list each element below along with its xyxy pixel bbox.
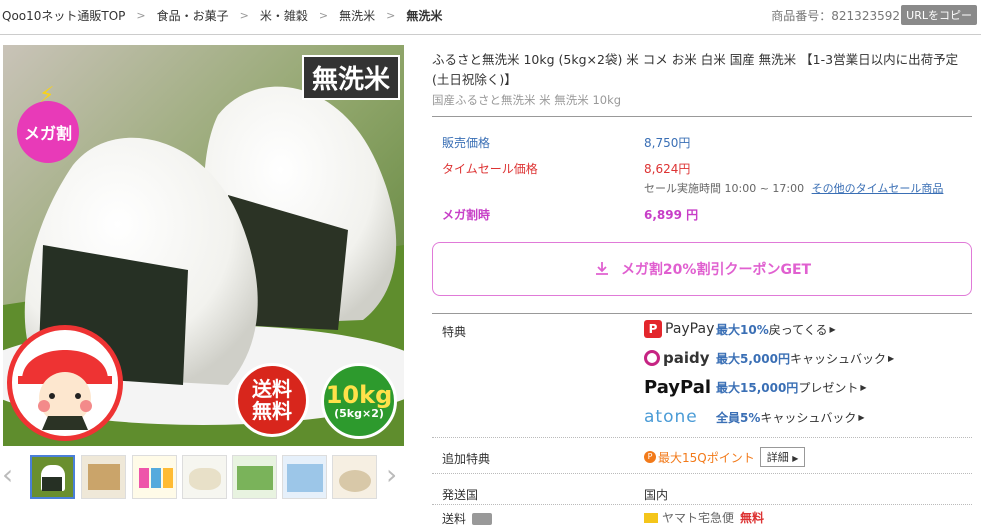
product-title: ふるさと無洗米 10kg (5kg×2袋) 米 コメ お米 白米 国産 無洗米 … <box>432 52 959 87</box>
ship-country-value: 国内 <box>644 488 669 502</box>
product-main-image[interactable]: 無洗米 ⚡ メガ割 送料無料 10kg (5kg×2) <box>3 45 404 446</box>
benefits-divider <box>432 313 972 314</box>
ship-country-label: 発送国 <box>442 488 479 502</box>
timesale-period: セール実施時間 10:00 ~ 17:00 その他のタイムセール商品 <box>644 180 943 196</box>
breadcrumb-item-rice[interactable]: 米・雑穀 <box>260 7 308 24</box>
caret-right-icon: ▶ <box>858 412 865 422</box>
ship-country-divider <box>432 473 972 474</box>
mega-coupon-label: メガ割20%割引クーポンGET <box>620 262 812 278</box>
product-info: ふるさと無洗米 10kg (5kg×2袋) 米 コメ お米 白米 国産 無洗米 … <box>432 50 972 108</box>
breadcrumb-separator: > <box>386 9 396 22</box>
caret-right-icon: ▶ <box>792 454 799 463</box>
benefit-paypay-text: 戻ってくる <box>768 322 828 337</box>
benefit-paypal-highlight: 最大15,000円 <box>716 381 799 395</box>
mega-sale-badge: ⚡ メガ割 <box>17 83 79 163</box>
benefit-atone-highlight: 全員5% <box>716 410 761 425</box>
caret-right-icon: ▶ <box>887 353 895 363</box>
regular-price-value: 8,750円 <box>644 136 691 150</box>
shipping-divider <box>432 504 972 505</box>
timesale-price-label: タイムセール価格 <box>442 162 538 176</box>
thumbnail-2[interactable] <box>81 455 126 499</box>
atone-logo-icon: atone <box>644 407 698 427</box>
extra-divider <box>432 437 972 438</box>
musenmai-badge: 無洗米 <box>301 55 400 100</box>
chevron-left-icon[interactable]: ‹ <box>2 461 13 489</box>
header-divider <box>0 34 981 35</box>
shipping-info-icon[interactable] <box>472 512 493 525</box>
benefit-paypal-text: プレゼント <box>798 381 859 395</box>
timesale-period-text: セール実施時間 10:00 ~ 17:00 <box>644 182 805 195</box>
paypal-logo-icon: PayPal <box>644 377 712 398</box>
download-icon <box>595 262 608 275</box>
q-point-text: 最大15Qポイント <box>658 450 755 465</box>
breadcrumb: Qoo10ネット通販TOP > 食品・お菓子 > 米・雑穀 > 無洗米 > 無洗… <box>2 7 442 24</box>
thumbnail-1[interactable] <box>30 455 75 499</box>
benefit-paidy-text: キャッシュバック <box>789 351 886 366</box>
thumbnail-4[interactable] <box>182 455 227 499</box>
detail-button[interactable]: 詳細 ▶ <box>759 447 806 467</box>
benefit-paypay[interactable]: P PayPay 最大10% 戻ってくる ▶ <box>644 320 836 338</box>
benefit-atone[interactable]: atone 全員5% キャッシュバック ▶ <box>644 407 865 427</box>
timesale-price-value: 8,624円 <box>644 162 691 176</box>
breadcrumb-item-musenmai[interactable]: 無洗米 <box>339 7 375 24</box>
breadcrumb-current: 無洗米 <box>406 9 443 23</box>
benefit-paidy[interactable]: paidy 最大5,000円 キャッシュバック ▶ <box>644 349 894 367</box>
weight-badge-sub: (5kg×2) <box>334 406 384 420</box>
thumbnail-5[interactable] <box>232 455 277 499</box>
breadcrumb-item-food[interactable]: 食品・お菓子 <box>157 7 229 24</box>
mega-coupon-button[interactable]: メガ割20%割引クーポンGET <box>432 242 972 296</box>
benefit-atone-text: キャッシュバック <box>760 410 857 425</box>
caret-right-icon: ▶ <box>860 383 867 392</box>
free-shipping-badge: 送料無料 <box>235 363 309 437</box>
breadcrumb-separator: > <box>136 9 146 22</box>
caret-right-icon: ▶ <box>829 324 836 334</box>
thumbnail-7[interactable] <box>332 455 377 499</box>
shipping-carrier: ヤマト宅急便 <box>662 511 735 525</box>
weight-badge: 10kg (5kg×2) <box>321 363 397 439</box>
lightning-icon: ⚡ <box>39 83 55 108</box>
chevron-right-icon[interactable]: › <box>386 461 397 489</box>
shipping-fee: 無料 <box>740 511 765 525</box>
mega-sale-badge-label: メガ割 <box>23 124 72 143</box>
benefits-label: 特典 <box>442 325 467 339</box>
mascot-character <box>7 325 123 441</box>
shipping-label: 送料 <box>442 510 493 527</box>
other-timesale-link[interactable]: その他のタイムセール商品 <box>812 182 944 195</box>
weight-badge-main: 10kg <box>325 380 393 409</box>
thumbnail-3[interactable] <box>132 455 177 499</box>
copy-url-button[interactable]: URLをコピー <box>901 5 977 25</box>
breadcrumb-separator: > <box>318 9 329 22</box>
info-divider <box>432 116 972 117</box>
mega-price-label: メガ割時 <box>442 208 491 222</box>
product-subtitle: 国産ふるさと無洗米 米 無洗米 10kg <box>432 93 622 107</box>
mega-price-value: 6,899 円 <box>644 208 699 222</box>
thumbnail-6[interactable] <box>282 455 327 499</box>
benefit-paypay-highlight: 最大10% <box>716 322 769 337</box>
extra-benefit: P 最大15Qポイント 詳細 ▶ <box>644 447 806 467</box>
breadcrumb-item-top[interactable]: Qoo10ネット通販TOP <box>2 7 125 24</box>
delivery-truck-icon <box>644 512 658 523</box>
product-number: 商品番号：821323592 <box>771 9 900 23</box>
shipping-value: ヤマト宅急便 無料 <box>644 509 764 526</box>
regular-price-label: 販売価格 <box>442 136 491 150</box>
paidy-logo-icon: paidy <box>644 349 716 367</box>
mascot-face-icon <box>18 350 112 430</box>
top-bar: Qoo10ネット通販TOP > 食品・お菓子 > 米・雑穀 > 無洗米 > 無洗… <box>0 0 981 30</box>
benefit-paypal[interactable]: PayPal 最大15,000円 プレゼント ▶ <box>644 377 866 398</box>
paypay-logo-icon: P PayPay <box>644 320 716 338</box>
extra-benefit-label: 追加特典 <box>442 452 491 466</box>
thumbnail-strip: ‹ › <box>0 452 410 502</box>
benefit-paidy-highlight: 最大5,000円 <box>716 351 790 366</box>
q-point-icon: P <box>644 451 656 463</box>
breadcrumb-separator: > <box>239 9 249 22</box>
